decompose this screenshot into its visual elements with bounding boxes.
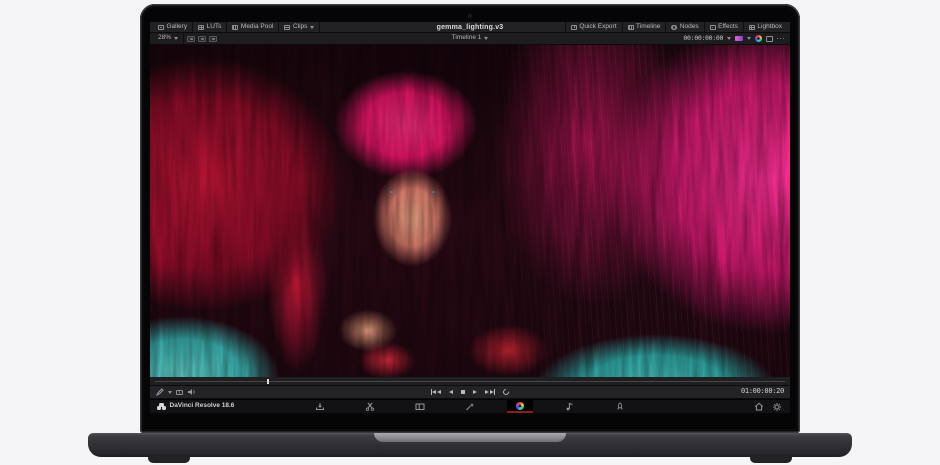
davinci-resolve-window: Gallery LUTs Media Pool Clips bbox=[150, 22, 790, 413]
luts-button[interactable]: LUTs bbox=[193, 22, 227, 32]
quick-export-label: Quick Export bbox=[579, 24, 616, 31]
skip-to-end-button[interactable] bbox=[485, 389, 495, 395]
play-reverse-button[interactable] bbox=[449, 390, 453, 394]
nodes-button[interactable]: Nodes bbox=[665, 22, 703, 32]
effects-icon bbox=[710, 25, 716, 30]
macbook-base bbox=[88, 433, 852, 457]
tab-color-active[interactable] bbox=[507, 400, 533, 413]
media-pool-label: Media Pool bbox=[241, 24, 274, 31]
loop-playback-button[interactable] bbox=[502, 388, 510, 396]
timeline-label: Timeline bbox=[636, 24, 660, 31]
laptop-foot-right bbox=[750, 456, 792, 463]
webcam-icon bbox=[468, 14, 472, 18]
playhead-marker[interactable] bbox=[267, 379, 269, 384]
viewer-scrubber[interactable] bbox=[150, 377, 790, 386]
timeline-button[interactable]: Timeline bbox=[622, 22, 666, 32]
tab-fairlight[interactable] bbox=[557, 400, 583, 413]
media-pool-button[interactable]: Media Pool bbox=[227, 22, 279, 32]
gallery-icon bbox=[158, 25, 164, 30]
page-tabs bbox=[150, 400, 790, 413]
fairlight-page-icon bbox=[565, 402, 575, 411]
macbook-screen: Gallery LUTs Media Pool Clips bbox=[140, 4, 800, 433]
lightbox-icon bbox=[749, 25, 755, 30]
effects-button[interactable]: Effects bbox=[704, 22, 743, 32]
scrubber-track bbox=[155, 381, 785, 382]
media-page-icon bbox=[315, 402, 325, 411]
chevron-down-icon bbox=[310, 26, 314, 29]
effects-label: Effects bbox=[718, 24, 738, 31]
nodes-icon bbox=[671, 25, 677, 30]
clips-button[interactable]: Clips bbox=[279, 22, 319, 32]
edit-page-icon bbox=[415, 402, 425, 411]
nodes-label: Nodes bbox=[680, 24, 699, 31]
media-pool-icon bbox=[232, 25, 238, 30]
viewer-toolbar: 28% Timeline 1 00:00:00:00 bbox=[150, 33, 790, 45]
fusion-page-icon bbox=[465, 402, 475, 411]
clips-label: Clips bbox=[293, 24, 307, 31]
page-bar: DaVinci Resolve 18.6 bbox=[150, 399, 790, 413]
tab-edit[interactable] bbox=[407, 400, 433, 413]
tab-fusion[interactable] bbox=[457, 400, 483, 413]
tab-cut[interactable] bbox=[357, 400, 383, 413]
tab-media[interactable] bbox=[307, 400, 333, 413]
color-page-icon bbox=[516, 402, 524, 410]
top-toolbar: Gallery LUTs Media Pool Clips bbox=[150, 22, 790, 33]
luts-icon bbox=[198, 25, 204, 30]
lightbox-label: Lightbox bbox=[757, 24, 782, 31]
luts-label: LUTs bbox=[207, 24, 222, 31]
tab-deliver[interactable] bbox=[607, 400, 633, 413]
timeline-icon bbox=[628, 25, 634, 30]
deliver-page-icon bbox=[615, 402, 625, 411]
clips-icon bbox=[284, 25, 290, 30]
gallery-label: Gallery bbox=[167, 24, 188, 31]
quick-export-button[interactable]: Quick Export bbox=[565, 22, 622, 32]
toolbar-right-group: Quick Export Timeline Nodes Effects bbox=[565, 22, 790, 32]
gallery-button[interactable]: Gallery bbox=[153, 22, 193, 32]
cut-page-icon bbox=[365, 402, 375, 411]
lid-notch bbox=[374, 433, 566, 442]
stop-button[interactable] bbox=[461, 390, 466, 395]
play-button[interactable] bbox=[473, 390, 477, 394]
vignette-overlay bbox=[150, 45, 790, 377]
timeline-selector[interactable]: Timeline 1 bbox=[150, 35, 790, 42]
viewer-canvas[interactable] bbox=[150, 45, 790, 377]
timeline-selector-label: Timeline 1 bbox=[452, 35, 482, 42]
lightbox-button[interactable]: Lightbox bbox=[743, 22, 787, 32]
skip-to-start-button[interactable] bbox=[431, 389, 441, 395]
toolbar-left-group: Gallery LUTs Media Pool Clips bbox=[150, 22, 320, 32]
page: Gallery LUTs Media Pool Clips bbox=[0, 0, 940, 465]
laptop-foot-left bbox=[148, 456, 190, 463]
transport-bar: 01:00:00:20 bbox=[150, 386, 790, 399]
chevron-down-icon bbox=[484, 37, 488, 40]
quick-export-icon bbox=[571, 25, 577, 30]
transport-controls bbox=[150, 389, 790, 395]
project-title: gemma_lighting.v3 bbox=[437, 24, 504, 31]
